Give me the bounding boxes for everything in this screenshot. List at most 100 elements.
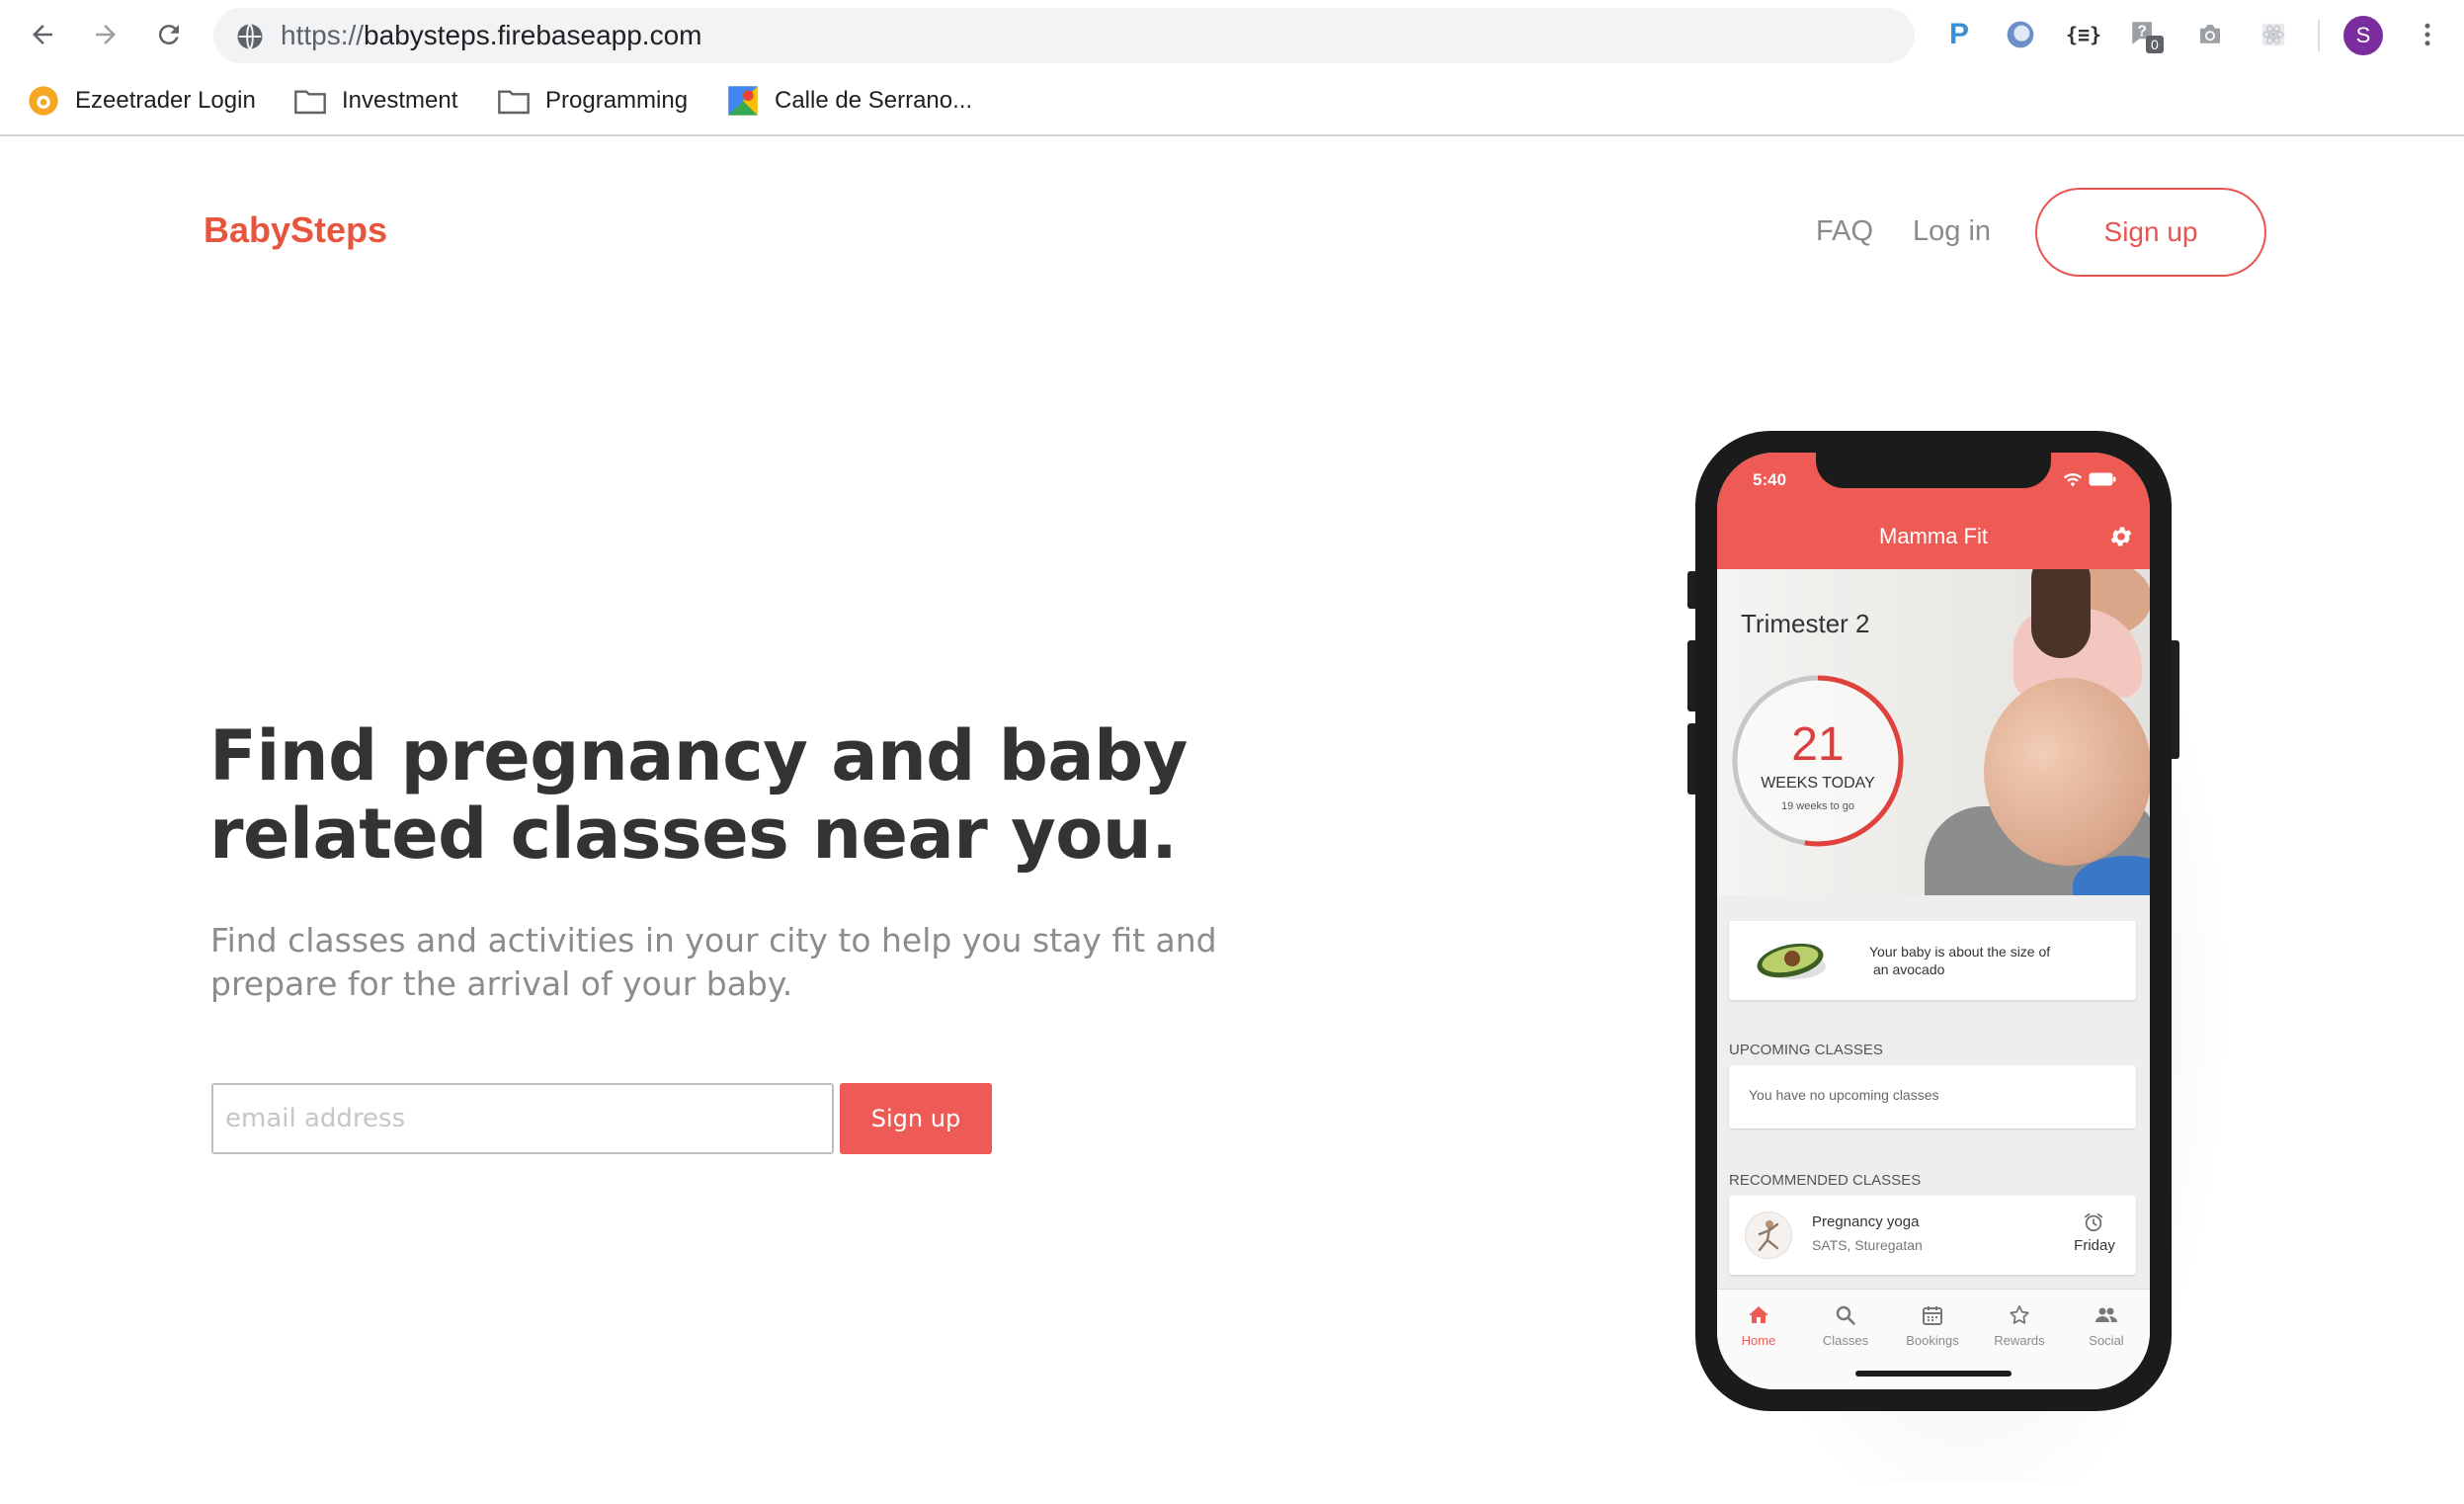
pocket-extension[interactable]: P [1938,14,1980,55]
baby-size-line: an avocado [1873,961,1945,977]
star-icon [2010,1305,2029,1324]
address-bar[interactable]: https://babysteps.firebaseapp.com [213,8,1915,63]
upcoming-classes-card: You have no upcoming classes [1729,1065,2136,1128]
reload-button[interactable] [148,14,190,55]
recommended-classes-header: RECOMMENDED CLASSES [1729,1172,1922,1189]
avocado-icon [1757,943,1826,979]
puzzle-icon [2261,23,2285,46]
hero-title-line: related classes near you. [209,794,1178,875]
alarm-clock-icon [2084,1212,2103,1232]
bookmark-label: Programming [545,87,689,114]
toolbar-separator [2318,20,2320,51]
tab-label: Classes [1822,1333,1869,1348]
yoga-pose-icon [1758,1220,1779,1252]
screenshot-extension[interactable] [2189,14,2231,55]
bookmark-label: Investment [342,87,458,114]
pocket-icon: P [1948,18,1969,50]
class-day: Friday [2074,1237,2115,1254]
home-indicator [1855,1371,2012,1377]
class-name: Pregnancy yoga [1812,1213,1920,1230]
hero-signup-button[interactable]: Sign up [840,1083,992,1154]
calendar-icon [1923,1306,1942,1325]
hero-subtitle: Find classes and activities in your city… [210,919,1297,1006]
hero-title: Find pregnancy and baby related classes … [209,717,1197,874]
json-formatter-extension[interactable]: {≡} [2063,14,2104,55]
tab-social[interactable]: Social [2067,1299,2146,1359]
json-formatter-icon: {≡} [2065,23,2102,46]
weeks-number: 21 [1791,718,1845,771]
gear-icon[interactable] [2108,524,2134,549]
home-icon [1749,1306,1768,1323]
recommended-class-item[interactable]: Pregnancy yoga SATS, Sturegatan Friday [1729,1196,2136,1275]
baby-size-card[interactable]: Your baby is about the size of an avocad… [1729,921,2136,1000]
bookmark-label: Ezeetrader Login [75,87,256,114]
search-icon [1836,1305,1855,1325]
app-title: Mamma Fit [1879,524,1988,548]
bookmark-programming[interactable]: Programming [498,81,688,121]
tab-rewards[interactable]: Rewards [1980,1299,2059,1359]
status-time: 5:40 [1753,470,1787,489]
arrow-right-icon [96,25,116,44]
globe-icon [237,23,263,50]
tab-label: Bookings [1906,1333,1959,1348]
more-vert-icon [2424,23,2430,46]
faq-link[interactable]: FAQ [1816,215,1873,248]
arrow-left-icon [33,25,52,44]
back-button[interactable] [22,14,63,55]
vpn-extension[interactable] [2000,14,2041,55]
class-thumbnail [1745,1212,1792,1259]
react-extension[interactable] [2253,14,2294,55]
forward-button[interactable] [85,14,126,55]
bookmark-maps[interactable]: Calle de Serrano... [727,81,972,121]
profile-avatar[interactable]: S [2343,16,2383,55]
folder-icon [294,90,326,115]
chrome-menu-button[interactable] [2407,14,2448,55]
banner-photo-hair [2031,569,2091,658]
bookmarks-bar: Ezeetrader Login Investment Programming … [0,71,2464,136]
help-extension[interactable]: ? 0 [2124,14,2166,55]
browser-toolbar: https://babysteps.firebaseapp.com P {≡} … [0,0,2464,69]
tab-label: Rewards [1994,1333,2045,1348]
class-location: SATS, Sturegatan [1812,1237,1923,1253]
app-tab-bar: Home Classes Bookings Rewards Social [1717,1289,2150,1389]
trimester-banner: Trimester 2 21 WEEKS TODAY 19 weeks to g… [1717,569,2150,895]
url-scheme: https:// [281,20,365,50]
weeks-remaining: 19 weeks to go [1781,800,1854,812]
folder-icon [498,90,530,115]
url-host: babysteps.firebaseapp.com [364,20,702,50]
email-input[interactable] [211,1083,834,1154]
url-text: https://babysteps.firebaseapp.com [281,8,701,63]
baby-size-text: Your baby is about the size of an avocad… [1869,943,2106,978]
upcoming-empty-text: You have no upcoming classes [1749,1087,1939,1103]
tab-label: Social [2089,1333,2124,1348]
phone-notch [1816,453,2051,488]
login-link[interactable]: Log in [1913,215,1991,248]
tab-label: Home [1741,1333,1776,1348]
ezeetrader-icon [29,86,58,116]
trimester-label: Trimester 2 [1741,609,1870,638]
tab-bookings[interactable]: Bookings [1893,1299,1972,1359]
site-logo[interactable]: BabySteps [204,209,387,251]
extension-badge: 0 [2146,36,2164,53]
hero-subtitle-line: prepare for the arrival of your baby. [210,964,793,1003]
baby-size-line: Your baby is about the size of [1869,944,2051,960]
maps-icon [728,86,758,116]
bookmark-ezeetrader[interactable]: Ezeetrader Login [28,81,256,121]
tab-classes[interactable]: Classes [1806,1299,1885,1359]
header-signup-button[interactable]: Sign up [2035,188,2266,277]
phone-screen: 5:40 Mamma Fit Trimester 2 21 WEEKS TODA… [1717,453,2150,1389]
wifi-icon [2063,473,2083,487]
banner-photo-belly [1984,678,2150,866]
camera-icon [2200,25,2220,43]
people-icon [2095,1307,2117,1322]
hero-subtitle-line: Find classes and activities in your city… [210,921,1217,960]
bookmark-investment[interactable]: Investment [294,81,457,121]
bookmark-label: Calle de Serrano... [775,87,973,114]
weeks-label: WEEKS TODAY [1761,775,1875,792]
upcoming-classes-header: UPCOMING CLASSES [1729,1042,1883,1058]
hero-title-line: Find pregnancy and baby [209,715,1188,796]
tab-home[interactable]: Home [1719,1299,1798,1359]
vpn-icon [2007,21,2034,48]
battery-icon [2089,472,2116,486]
reload-icon [158,25,179,45]
